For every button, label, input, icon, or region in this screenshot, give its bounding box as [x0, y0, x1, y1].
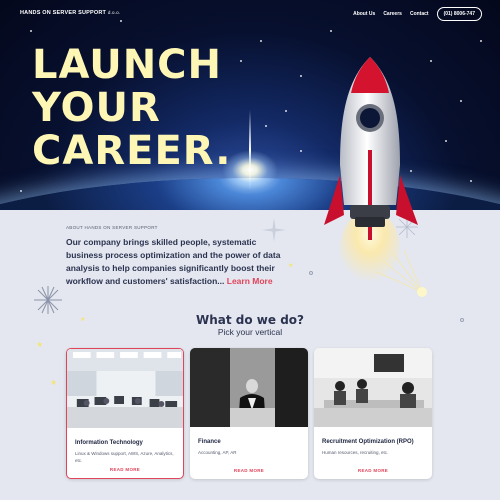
star-dot: ★	[50, 378, 58, 387]
top-nav: About Us Careers Contact (01) 8006-747	[353, 7, 482, 21]
card-title: Information Technology	[75, 440, 143, 446]
team-photo	[314, 348, 432, 427]
nav-about-us[interactable]: About Us	[353, 11, 375, 17]
rocket-illustration	[324, 57, 418, 290]
headline-line-3: CAREER.	[32, 128, 232, 174]
section-title: What do we do?	[196, 313, 304, 327]
burst-icon	[34, 286, 62, 314]
office-photo	[67, 349, 183, 428]
headline-line-1: LAUNCH	[32, 42, 223, 88]
card-information-technology[interactable]: Information Technology Linux & Windows s…	[66, 348, 184, 479]
read-more-link[interactable]: READ MORE	[190, 468, 308, 473]
brand-name: HANDS ON SERVER SUPPORT	[20, 10, 107, 16]
about-label: ABOUT HANDS ON SERVER SUPPORT	[66, 225, 158, 230]
read-more-link[interactable]: READ MORE	[67, 467, 183, 472]
card-description: Human resources, recruiting, etc.	[322, 450, 389, 455]
card-recruitment[interactable]: Recruitment Optimization (RPO) Human res…	[314, 348, 432, 479]
headline-line-2: YOUR	[32, 85, 161, 131]
brand-logo[interactable]: HANDS ON SERVER SUPPORT d.o.o.	[20, 10, 120, 16]
card-title: Finance	[198, 439, 221, 445]
learn-more-link[interactable]: Learn More	[227, 276, 273, 286]
brand-suffix: d.o.o.	[107, 10, 121, 15]
section-subtitle: Pick your vertical	[217, 327, 283, 337]
ring-dot	[309, 271, 313, 275]
phone-button[interactable]: (01) 8006-747	[436, 7, 482, 21]
card-description: Linux & Windows support, AWS, Azure, Ana…	[75, 451, 174, 463]
hero-headline: LAUNCH YOUR CAREER.	[32, 44, 232, 173]
nav-careers[interactable]: Careers	[383, 11, 402, 17]
nav-contact[interactable]: Contact	[410, 11, 429, 17]
meeting-photo	[190, 348, 308, 427]
star-dot: ★	[36, 340, 44, 349]
about-paragraph: Our company brings skilled people, syste…	[66, 236, 291, 288]
card-title: Recruitment Optimization (RPO)	[322, 439, 414, 445]
hero-banner: HANDS ON SERVER SUPPORT d.o.o. About Us …	[0, 0, 500, 210]
read-more-link[interactable]: READ MORE	[314, 468, 432, 473]
card-description: Accounting, AP, AR	[198, 450, 237, 455]
card-finance[interactable]: Finance Accounting, AP, AR READ MORE	[190, 348, 308, 479]
